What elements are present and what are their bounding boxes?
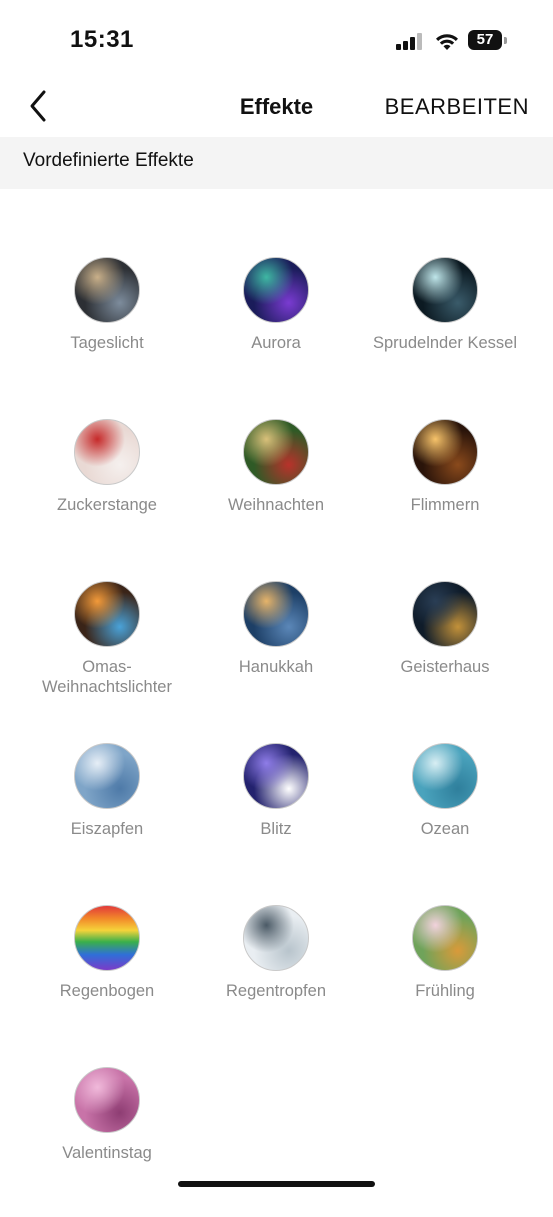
eiszapfen-icon [74,743,140,809]
flimmern-icon [412,419,478,485]
effect-label: Omas-Weihnachtslichter [42,658,172,696]
lichter-icon [74,581,140,647]
hanukkah-icon [243,581,309,647]
wifi-icon [436,34,458,50]
effect-label: Hanukkah [238,658,314,676]
effect-label: Regentropfen [226,982,326,1000]
section-header: Vordefinierte Effekte [0,137,553,189]
effect-label: Blitz [260,820,292,838]
kessel-icon [412,257,478,323]
effect-item[interactable]: Geisterhaus [360,581,530,731]
effect-item[interactable]: Hanukkah [191,581,361,731]
effect-item[interactable]: Ozean [360,743,530,893]
effect-label: Aurora [251,334,301,352]
weihnachten-icon [243,419,309,485]
blitz-icon [243,743,309,809]
geisterhaus-icon [412,581,478,647]
effect-label: Flimmern [410,496,480,514]
effect-label: Regenbogen [59,982,155,1000]
effect-label: Ozean [420,820,470,838]
effect-item[interactable]: Sprudelnder Kessel [360,257,530,407]
effect-label: Zuckerstange [57,496,157,514]
status-time: 15:31 [70,26,134,53]
effect-label: Weihnachten [227,496,324,514]
effect-label: Eiszapfen [70,820,144,838]
effect-item[interactable]: Frühling [360,905,530,1055]
effect-item[interactable]: Omas-Weihnachtslichter [22,581,192,731]
battery-cap [504,37,507,44]
effect-label: Geisterhaus [400,658,490,676]
effect-label: Tageslicht [70,334,144,352]
aurora-icon [243,257,309,323]
effect-item[interactable]: Regenbogen [22,905,192,1055]
valentinstag-icon [74,1067,140,1133]
ozean-icon [412,743,478,809]
effect-item[interactable]: Aurora [191,257,361,407]
battery-icon: 57 [468,30,502,50]
effect-item[interactable]: Regentropfen [191,905,361,1055]
home-indicator[interactable] [178,1181,375,1187]
regentropfen-icon [243,905,309,971]
tageslicht-icon [74,257,140,323]
navigation-bar: Effekte BEARBEITEN [0,80,553,136]
effect-label: Valentinstag [62,1144,152,1162]
effect-label: Sprudelnder Kessel [372,334,517,352]
effect-item[interactable]: Weihnachten [191,419,361,569]
effect-item[interactable]: Valentinstag [22,1067,192,1217]
effect-item[interactable]: Zuckerstange [22,419,192,569]
fruehling-icon [412,905,478,971]
effect-item[interactable]: Blitz [191,743,361,893]
effect-item[interactable]: Flimmern [360,419,530,569]
status-bar: 15:31 57 [0,0,553,80]
regenbogen-icon [74,905,140,971]
effect-label: Frühling [415,982,475,1000]
edit-button[interactable]: BEARBEITEN [385,94,529,120]
zuckerstange-icon [74,419,140,485]
cellular-signal-icon [396,32,426,50]
effect-item[interactable]: Tageslicht [22,257,192,407]
section-title: Vordefinierte Effekte [23,150,194,171]
effect-item[interactable]: Eiszapfen [22,743,192,893]
